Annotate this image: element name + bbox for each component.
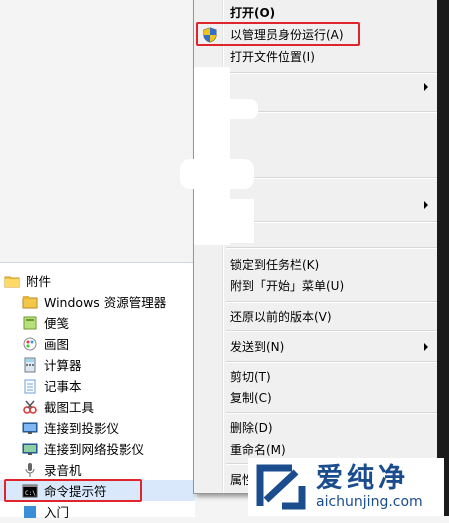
menu-item-send-to[interactable]: 发送到(N) xyxy=(230,337,284,357)
list-item-projector[interactable]: 连接到投影仪 xyxy=(0,417,195,438)
redaction-area xyxy=(180,159,254,189)
highlight-command-prompt xyxy=(4,479,142,502)
submenu-arrow-icon xyxy=(424,83,428,91)
menu-separator xyxy=(226,221,440,223)
menu-separator xyxy=(226,301,440,303)
calculator-icon xyxy=(22,357,38,373)
notepad-icon xyxy=(22,378,38,394)
paint-icon xyxy=(22,336,38,352)
menu-item-copy[interactable]: 复制(C) xyxy=(230,388,272,408)
menu-item-delete[interactable]: 删除(D) xyxy=(230,418,273,438)
highlight-run-as-admin xyxy=(196,22,360,46)
list-item-sound-recorder[interactable]: 录音机 xyxy=(0,459,195,480)
folder-label: 附件 xyxy=(26,274,52,289)
watermark-logo-icon xyxy=(252,460,310,514)
projector-icon xyxy=(22,420,38,436)
network-projector-icon xyxy=(22,441,38,457)
watermark-url: aichunjing.com xyxy=(316,494,423,510)
list-item-snipping-tool[interactable]: 截图工具 xyxy=(0,396,195,417)
redaction-area xyxy=(204,199,254,243)
menu-item-rename[interactable]: 重命名(M) xyxy=(230,440,286,460)
menu-item-pin-taskbar[interactable]: 锁定到任务栏(K) xyxy=(230,255,319,275)
submenu-arrow-icon xyxy=(424,343,428,351)
menu-item-open[interactable]: 打开(O) xyxy=(230,3,275,23)
list-item-calculator[interactable]: 计算器 xyxy=(0,354,195,375)
menu-item-pin-start[interactable]: 附到「开始」菜单(U) xyxy=(230,276,344,296)
list-item-getting-started[interactable]: 入门 xyxy=(0,501,195,522)
menu-item-open-file-location[interactable]: 打开文件位置(I) xyxy=(230,47,315,67)
context-menu: 打开(O) 以管理员身份运行(A) 打开文件位置(I) 锁定到任务栏(K) 附到… xyxy=(180,0,445,494)
menu-separator xyxy=(226,72,440,74)
sound-recorder-icon xyxy=(22,462,38,478)
menu-item-restore-previous[interactable]: 还原以前的版本(V) xyxy=(230,307,332,327)
snipping-tool-icon xyxy=(22,399,38,415)
menu-separator xyxy=(226,177,440,179)
list-item-network-projector[interactable]: 连接到网络投影仪 xyxy=(0,438,195,459)
menu-separator xyxy=(226,361,440,363)
list-item-explorer[interactable]: Windows 资源管理器 xyxy=(0,291,195,312)
folder-icon xyxy=(4,273,20,289)
menu-item-cut[interactable]: 剪切(T) xyxy=(230,367,271,387)
getting-started-icon xyxy=(22,504,38,520)
watermark-title: 爱纯净 xyxy=(316,463,409,494)
menu-separator xyxy=(226,111,440,113)
explorer-icon xyxy=(22,294,38,310)
list-item-sticky-notes[interactable]: 便笺 xyxy=(0,312,195,333)
list-item-notepad[interactable]: 记事本 xyxy=(0,375,195,396)
sticky-notes-icon xyxy=(22,315,38,331)
submenu-arrow-icon xyxy=(424,201,428,209)
folder-accessories[interactable]: 附件 xyxy=(4,270,199,291)
menu-separator xyxy=(226,330,440,332)
background-strip xyxy=(437,0,449,516)
list-item-paint[interactable]: 画图 xyxy=(0,333,195,354)
redaction-area xyxy=(202,99,258,119)
watermark: 爱纯净 aichunjing.com xyxy=(248,458,444,516)
menu-separator xyxy=(226,412,440,414)
menu-separator xyxy=(226,247,440,249)
